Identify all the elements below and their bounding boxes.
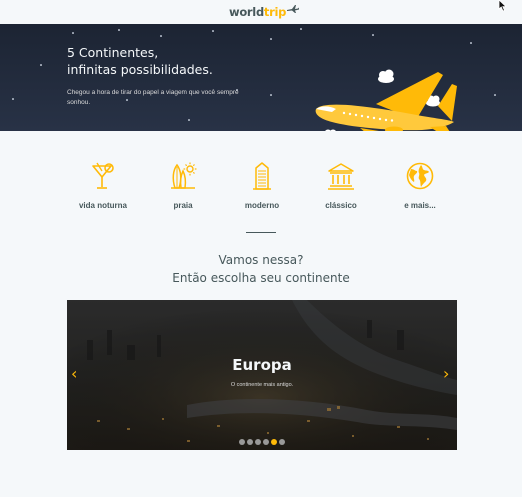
travel-type-label: e mais...	[404, 201, 436, 210]
travel-type-modern[interactable]: moderno	[222, 160, 302, 210]
building-icon	[253, 162, 271, 190]
slider-dot[interactable]	[279, 439, 285, 445]
logo-trip-text: trip	[263, 5, 287, 19]
city-aerial-image	[67, 300, 457, 450]
globe-icon	[406, 162, 434, 190]
travel-type-nightlife[interactable]: vida noturna	[63, 160, 143, 210]
banner-subtitle: Chegou a hora de tirar do papel a viagem…	[67, 89, 239, 106]
travel-types-row: vida noturna praia moderno clássico e ma…	[0, 160, 522, 216]
travel-type-classic[interactable]: clássico	[301, 160, 381, 210]
museum-icon	[328, 163, 354, 190]
travel-type-more[interactable]: e mais...	[380, 160, 460, 210]
continent-slider[interactable]: ‹ › Europa O continente mais antigo.	[67, 300, 457, 450]
hero-banner: 5 Continentes, infinitas possibilidades.…	[0, 24, 522, 131]
travel-type-beach[interactable]: praia	[143, 160, 223, 210]
slide-subtitle: O continente mais antigo.	[230, 382, 294, 388]
airplane-illustration-icon	[315, 69, 457, 131]
plane-logo-icon	[287, 5, 300, 13]
travel-type-label: moderno	[244, 201, 280, 210]
cocktail-icon	[92, 162, 114, 189]
slide-title[interactable]: Europa	[67, 356, 457, 374]
logo-world-text: world	[229, 5, 264, 19]
slider-dot[interactable]	[271, 439, 277, 445]
travel-type-label: praia	[173, 201, 193, 210]
travel-type-label: clássico	[325, 201, 357, 210]
slider-dot[interactable]	[239, 439, 245, 445]
logo[interactable]: world trip	[229, 4, 300, 20]
header: world trip	[0, 0, 522, 24]
travel-type-label: vida noturna	[78, 201, 127, 210]
surfboard-icon	[171, 162, 197, 189]
section-divider	[246, 232, 276, 233]
slider-dot[interactable]	[247, 439, 253, 445]
section-heading: Vamos nessa? Então escolha seu continent…	[172, 253, 350, 285]
banner-title: 5 Continentes, infinitas possibilidades.	[67, 45, 213, 77]
slider-pagination	[239, 439, 285, 445]
slider-dot[interactable]	[263, 439, 269, 445]
mouse-cursor-icon	[498, 0, 508, 12]
slider-dot[interactable]	[255, 439, 261, 445]
